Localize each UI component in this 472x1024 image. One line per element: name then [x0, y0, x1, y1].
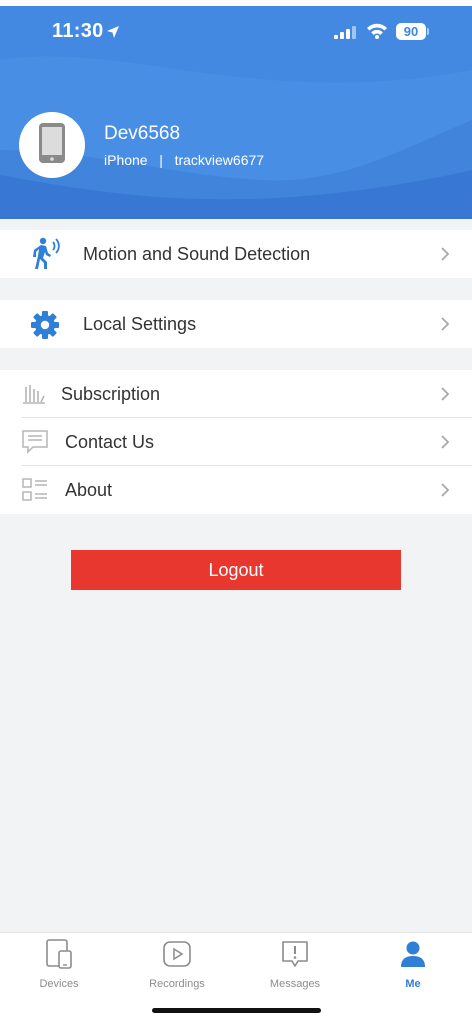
devices-icon: [45, 939, 73, 974]
person-icon: [398, 939, 428, 974]
profile-name: Dev6568: [104, 123, 181, 144]
tab-me-label: Me: [405, 978, 421, 990]
subscription-icon: [22, 382, 46, 411]
local-settings-label: Local Settings: [83, 313, 197, 334]
chevron-right-icon: [440, 482, 450, 503]
list-icon: [22, 478, 48, 507]
tab-messages[interactable]: Messages: [236, 939, 354, 995]
avatar[interactable]: [19, 112, 85, 178]
home-indicator: [152, 1008, 321, 1013]
tab-me[interactable]: Me: [354, 939, 472, 995]
cellular-signal-icon: [334, 26, 356, 44]
menu-item-local-settings[interactable]: Local Settings: [0, 300, 472, 348]
subscription-label: Subscription: [61, 383, 161, 404]
logout-button[interactable]: Logout: [71, 550, 401, 590]
wifi-icon: [366, 22, 388, 44]
battery-icon: 90: [396, 23, 426, 40]
location-arrow-icon: [106, 25, 120, 44]
battery-tip: [427, 28, 429, 35]
menu-item-subscription[interactable]: Subscription: [0, 370, 472, 418]
contact-us-label: Contact Us: [65, 431, 155, 452]
play-icon: [162, 939, 192, 974]
tab-recordings[interactable]: Recordings: [118, 939, 236, 995]
profile-subtitle: iPhone | trackview6677: [104, 152, 265, 168]
chevron-right-icon: [440, 386, 450, 407]
tab-recordings-label: Recordings: [149, 978, 205, 990]
walking-person-icon: [29, 236, 63, 275]
motion-detection-label: Motion and Sound Detection: [83, 243, 311, 264]
chevron-right-icon: [440, 434, 450, 455]
chat-icon: [22, 430, 48, 459]
message-alert-icon: [280, 939, 310, 974]
tab-devices[interactable]: Devices: [0, 939, 118, 995]
menu-item-about[interactable]: About: [0, 466, 472, 514]
about-label: About: [65, 479, 113, 500]
tab-devices-label: Devices: [39, 978, 79, 990]
chevron-right-icon: [440, 316, 450, 337]
gear-icon: [31, 311, 59, 344]
menu-item-motion-detection[interactable]: Motion and Sound Detection: [0, 230, 472, 278]
profile-header: 11:30 90 Dev6568 iPhone | trackview6677: [0, 0, 472, 219]
status-time: 11:30: [52, 20, 104, 42]
menu-item-contact-us[interactable]: Contact Us: [0, 418, 472, 466]
tab-messages-label: Messages: [269, 978, 321, 990]
status-bar: 11:30 90: [0, 6, 472, 58]
chevron-right-icon: [440, 246, 450, 267]
phone-icon: [38, 122, 66, 169]
